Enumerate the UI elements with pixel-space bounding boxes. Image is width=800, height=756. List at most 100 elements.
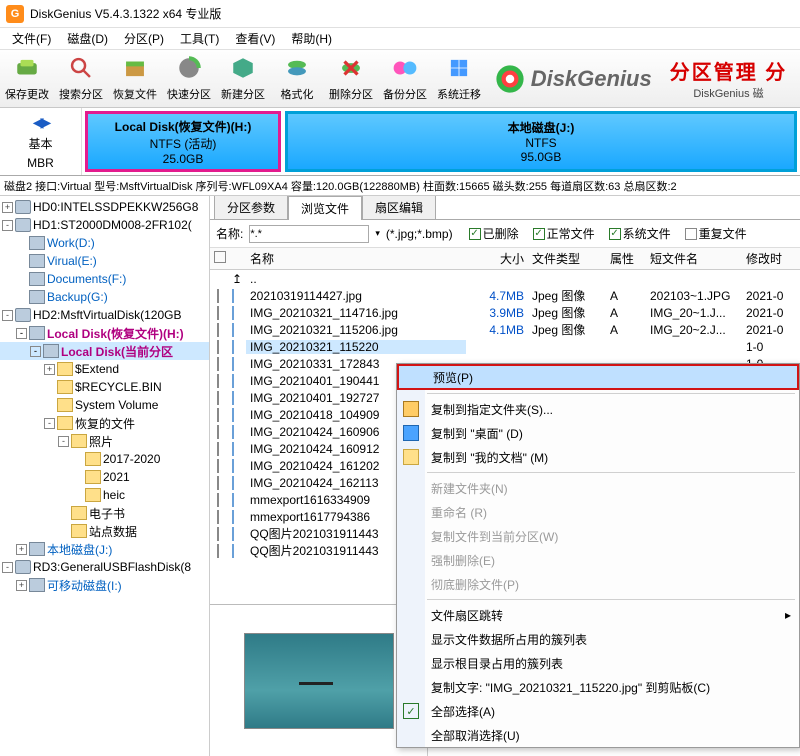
- tab[interactable]: 浏览文件: [288, 196, 362, 220]
- row-checkbox[interactable]: [217, 476, 219, 490]
- row-checkbox[interactable]: [217, 425, 219, 439]
- tree-toggle[interactable]: +: [16, 544, 27, 555]
- toolbar-cube-button[interactable]: 新建分区: [216, 51, 270, 107]
- toolbar-orb-button[interactable]: 备份分区: [378, 51, 432, 107]
- tree-node[interactable]: Backup(G:): [0, 288, 209, 306]
- col-short[interactable]: 短文件名: [646, 250, 742, 267]
- context-menu-item[interactable]: 复制到指定文件夹(S)...: [397, 397, 799, 421]
- tree-toggle[interactable]: -: [30, 346, 41, 357]
- tree-node[interactable]: +本地磁盘(J:): [0, 540, 209, 558]
- tree-node[interactable]: Work(D:): [0, 234, 209, 252]
- row-checkbox[interactable]: [217, 408, 219, 422]
- filter-checkbox[interactable]: ✓正常文件: [533, 225, 595, 242]
- menu-item[interactable]: 工具(T): [172, 28, 227, 49]
- context-menu-item[interactable]: ✓全部选择(A): [397, 699, 799, 723]
- context-menu-item[interactable]: 复制文字: "IMG_20210321_115220.jpg" 到剪贴板(C): [397, 675, 799, 699]
- dropdown-icon[interactable]: ▾: [375, 228, 380, 239]
- tree-toggle[interactable]: +: [44, 364, 55, 375]
- tree-node[interactable]: +HD0:INTELSSDPEKKW256G8: [0, 198, 209, 216]
- menu-item[interactable]: 文件(F): [4, 28, 59, 49]
- name-filter-input[interactable]: [249, 225, 369, 243]
- tree-node[interactable]: 2021: [0, 468, 209, 486]
- row-checkbox[interactable]: [217, 459, 219, 473]
- toolbar-search-button[interactable]: 搜索分区: [54, 51, 108, 107]
- col-check[interactable]: [210, 251, 228, 266]
- row-checkbox[interactable]: [217, 544, 219, 558]
- file-row[interactable]: IMG_20210321_115206.jpg4.1MBJpeg 图像AIMG_…: [210, 321, 800, 338]
- tab[interactable]: 扇区编辑: [362, 196, 436, 219]
- context-menu-item[interactable]: 复制到 "我的文档" (M): [397, 445, 799, 469]
- col-size[interactable]: 大小: [466, 250, 528, 267]
- toolbar-box-button[interactable]: 恢复文件: [108, 51, 162, 107]
- tree-node[interactable]: 站点数据: [0, 522, 209, 540]
- col-mod[interactable]: 修改时: [742, 250, 800, 267]
- row-checkbox[interactable]: [217, 357, 219, 371]
- context-menu-item[interactable]: 显示根目录占用的簇列表: [397, 651, 799, 675]
- menu-item[interactable]: 帮助(H): [283, 28, 340, 49]
- tree-toggle[interactable]: +: [2, 202, 13, 213]
- tree-node[interactable]: $RECYCLE.BIN: [0, 378, 209, 396]
- row-checkbox[interactable]: [217, 323, 219, 337]
- tree-node[interactable]: -RD3:GeneralUSBFlashDisk(8: [0, 558, 209, 576]
- row-checkbox[interactable]: [217, 527, 219, 541]
- file-row[interactable]: 20210319114427.jpg4.7MBJpeg 图像A202103~1.…: [210, 287, 800, 304]
- tree-node[interactable]: heic: [0, 486, 209, 504]
- tree-node[interactable]: -恢复的文件: [0, 414, 209, 432]
- tree-toggle[interactable]: -: [58, 436, 69, 447]
- tree-toggle[interactable]: -: [2, 562, 13, 573]
- row-checkbox[interactable]: [217, 493, 219, 507]
- tree-toggle[interactable]: -: [44, 418, 55, 429]
- tree-node[interactable]: -照片: [0, 432, 209, 450]
- tree-toggle[interactable]: -: [2, 310, 13, 321]
- row-checkbox[interactable]: [217, 391, 219, 405]
- context-menu-item[interactable]: 全部取消选择(U): [397, 723, 799, 747]
- toolbar-ringx-button[interactable]: 删除分区: [324, 51, 378, 107]
- tree-node[interactable]: 2017-2020: [0, 450, 209, 468]
- filter-checkbox[interactable]: ✓重复文件: [685, 225, 747, 242]
- tree-node[interactable]: -HD1:ST2000DM008-2FR102(: [0, 216, 209, 234]
- context-menu-item[interactable]: 复制到 "桌面" (D): [397, 421, 799, 445]
- tree-node[interactable]: -HD2:MsftVirtualDisk(120GB: [0, 306, 209, 324]
- toolbar-spin-button[interactable]: 快速分区: [162, 51, 216, 107]
- row-checkbox[interactable]: [217, 374, 219, 388]
- tree-node[interactable]: -Local Disk(当前分区: [0, 342, 209, 360]
- tree-node[interactable]: 电子书: [0, 504, 209, 522]
- row-checkbox[interactable]: [217, 340, 219, 354]
- row-checkbox[interactable]: [217, 442, 219, 456]
- row-checkbox[interactable]: [217, 289, 219, 303]
- menu-item[interactable]: 磁盘(D): [59, 28, 116, 49]
- menu-item[interactable]: 查看(V): [227, 28, 283, 49]
- tree-node[interactable]: +可移动磁盘(I:): [0, 576, 209, 594]
- filter-checkbox[interactable]: ✓已删除: [469, 225, 519, 242]
- context-menu-item[interactable]: 预览(P): [397, 364, 799, 390]
- partition-block[interactable]: Local Disk(恢复文件)(H:)NTFS (活动)25.0GB: [85, 111, 281, 172]
- tree-node[interactable]: +$Extend: [0, 360, 209, 378]
- tree-toggle[interactable]: +: [16, 580, 27, 591]
- file-row[interactable]: IMG_20210321_1152201-0: [210, 338, 800, 355]
- nav-arrows-icon[interactable]: ◀▶: [33, 114, 49, 131]
- filter-checkbox[interactable]: ✓系统文件: [609, 225, 671, 242]
- col-attr[interactable]: 属性: [606, 250, 646, 267]
- tree-toggle[interactable]: -: [16, 328, 27, 339]
- context-menu-item[interactable]: 文件扇区跳转▸: [397, 603, 799, 627]
- toolbar-disk-button[interactable]: 保存更改: [0, 51, 54, 107]
- row-checkbox[interactable]: [217, 510, 219, 524]
- disk-basic-cell[interactable]: ◀▶ 基本 MBR: [0, 108, 82, 175]
- disk-tree[interactable]: +HD0:INTELSSDPEKKW256G8-HD1:ST2000DM008-…: [0, 196, 210, 756]
- toolbar-grid-button[interactable]: 系统迁移: [432, 51, 486, 107]
- partition-block[interactable]: 本地磁盘(J:)NTFS95.0GB: [285, 111, 797, 172]
- menu-item[interactable]: 分区(P): [116, 28, 172, 49]
- toolbar-rings-button[interactable]: 格式化: [270, 51, 324, 107]
- tree-node[interactable]: System Volume: [0, 396, 209, 414]
- file-row[interactable]: IMG_20210321_114716.jpg3.9MBJpeg 图像AIMG_…: [210, 304, 800, 321]
- col-type[interactable]: 文件类型: [528, 250, 606, 267]
- file-row[interactable]: ↥..: [210, 270, 800, 287]
- tree-node[interactable]: Documents(F:): [0, 270, 209, 288]
- tree-node[interactable]: Virual(E:): [0, 252, 209, 270]
- context-menu-item[interactable]: 显示文件数据所占用的簇列表: [397, 627, 799, 651]
- tree-node[interactable]: -Local Disk(恢复文件)(H:): [0, 324, 209, 342]
- row-checkbox[interactable]: [217, 306, 219, 320]
- tree-toggle[interactable]: -: [2, 220, 13, 231]
- col-name[interactable]: 名称: [246, 250, 466, 267]
- tab[interactable]: 分区参数: [214, 196, 288, 219]
